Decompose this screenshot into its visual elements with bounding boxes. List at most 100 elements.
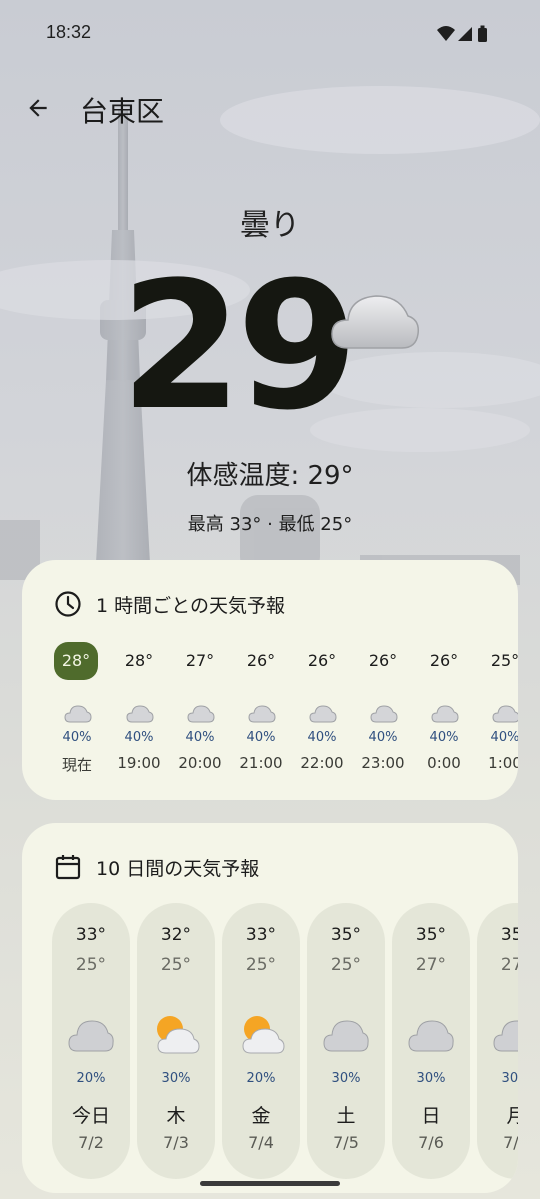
daily-item[interactable]: 35° 27° 30% 月 7/7 xyxy=(477,903,518,1179)
status-icons xyxy=(437,25,487,42)
hourly-time: 現在 xyxy=(61,756,92,774)
location-title: 台東区 xyxy=(80,95,165,128)
daily-high: 35° xyxy=(500,925,518,945)
daily-high: 35° xyxy=(330,925,362,945)
daily-precip: 20% xyxy=(246,1071,276,1086)
hourly-item: 25° 40% 1:00 xyxy=(480,648,518,778)
status-time: 18:32 xyxy=(46,22,92,42)
daily-low: 25° xyxy=(245,955,277,975)
calendar-icon xyxy=(55,855,81,880)
hourly-item: 26° 40% 21:00 xyxy=(236,648,286,778)
back-button[interactable] xyxy=(20,90,56,126)
cloud-icon xyxy=(68,1020,114,1052)
daily-precip: 30% xyxy=(161,1071,191,1086)
daily-item[interactable]: 33° 25° 20% 金 7/4 xyxy=(222,903,300,1179)
clock-icon xyxy=(55,591,81,617)
hourly-precip: 40% xyxy=(490,730,518,745)
hourly-time: 21:00 xyxy=(239,754,283,772)
cloud-icon xyxy=(64,705,92,723)
daily-day: 今日 xyxy=(71,1105,110,1127)
hourly-time: 22:00 xyxy=(300,754,344,772)
daily-item[interactable]: 33° 25° 20% 今日 7/2 xyxy=(52,903,130,1179)
daily-low: 27° xyxy=(500,955,518,975)
hourly-temp: 26° xyxy=(368,651,398,670)
daily-date: 7/6 xyxy=(418,1133,444,1152)
daily-high: 32° xyxy=(160,925,192,945)
daily-low: 25° xyxy=(160,955,192,975)
daily-date: 7/4 xyxy=(248,1133,274,1152)
hourly-list[interactable]: 28° 40% 現在 28° 40% 19:00 27° 40% 20:00 2… xyxy=(52,642,518,778)
hourly-temp: 26° xyxy=(246,651,276,670)
daily-precip: 30% xyxy=(416,1071,446,1086)
hourly-temp: 28° xyxy=(124,651,154,670)
cloud-icon xyxy=(323,1020,369,1052)
hourly-item: 26° 40% 23:00 xyxy=(358,648,408,778)
cloud-icon xyxy=(431,705,459,723)
hourly-forecast-card[interactable]: 1 時間ごとの天気予報 28° 40% 現在 28° 40% 19:00 27°… xyxy=(22,560,518,800)
hourly-item: 28° 40% 現在 xyxy=(52,642,102,778)
hourly-temp: 26° xyxy=(307,651,337,670)
daily-item[interactable]: 35° 27° 30% 日 7/6 xyxy=(392,903,470,1179)
current-temperature-block: 29 xyxy=(0,244,540,449)
hourly-precip: 40% xyxy=(307,730,337,745)
hourly-item: 27° 40% 20:00 xyxy=(175,648,225,778)
daily-high: 33° xyxy=(245,925,277,945)
hourly-time: 1:00 xyxy=(488,754,518,772)
daily-high: 33° xyxy=(75,925,107,945)
daily-forecast-card[interactable]: 10 日間の天気予報 33° 25° 20% 今日 7/2 32° 25° 30… xyxy=(22,823,518,1193)
top-app-bar: 台東区 xyxy=(0,80,540,140)
daily-low: 27° xyxy=(415,955,447,975)
hourly-precip: 40% xyxy=(246,730,276,745)
cloud-icon xyxy=(492,705,518,723)
daily-item[interactable]: 32° 25° 30% 木 7/3 xyxy=(137,903,215,1179)
cloud-icon xyxy=(331,295,420,349)
daily-low: 25° xyxy=(330,955,362,975)
hourly-time: 20:00 xyxy=(178,754,222,772)
cloud-icon xyxy=(126,705,154,723)
hourly-time: 0:00 xyxy=(427,754,461,772)
daily-header: 10 日間の天気予報 xyxy=(54,853,259,881)
hourly-item: 28° 40% 19:00 xyxy=(114,648,164,778)
sun-behind-cloud-icon xyxy=(242,1016,285,1054)
hourly-temp-now: 28° xyxy=(54,642,98,680)
daily-item[interactable]: 35° 25° 30% 土 7/5 xyxy=(307,903,385,1179)
daily-precip: 20% xyxy=(76,1071,106,1086)
hourly-item: 26° 40% 22:00 xyxy=(297,648,347,778)
daily-date: 7/5 xyxy=(333,1133,359,1152)
hourly-temp: 27° xyxy=(185,651,215,670)
hourly-precip: 40% xyxy=(124,730,154,745)
daily-date: 7/3 xyxy=(163,1133,189,1152)
high-low-temperature: 最高 33° · 最低 25° xyxy=(187,514,353,535)
cloud-icon xyxy=(493,1020,518,1052)
daily-date: 7/7 xyxy=(503,1133,518,1152)
hourly-temp: 25° xyxy=(490,651,518,670)
daily-list[interactable]: 33° 25° 20% 今日 7/2 32° 25° 30% 木 7/3 33°… xyxy=(52,903,518,1183)
daily-day: 月 xyxy=(506,1105,518,1127)
hourly-precip: 40% xyxy=(62,730,92,745)
signal-icon xyxy=(458,27,472,41)
daily-precip: 30% xyxy=(331,1071,361,1086)
feels-like: 体感温度: 29° xyxy=(186,461,354,491)
daily-date: 7/2 xyxy=(78,1133,104,1152)
cloud-icon xyxy=(309,705,337,723)
current-condition: 曇り xyxy=(240,208,300,243)
daily-day: 金 xyxy=(251,1105,271,1127)
hourly-precip: 40% xyxy=(368,730,398,745)
hourly-precip: 40% xyxy=(185,730,215,745)
hourly-time: 19:00 xyxy=(117,754,161,772)
daily-day: 日 xyxy=(421,1105,441,1127)
cloud-icon xyxy=(408,1020,454,1052)
hourly-time: 23:00 xyxy=(361,754,405,772)
wifi-icon xyxy=(437,26,455,41)
hourly-header: 1 時間ごとの天気予報 xyxy=(54,590,285,618)
daily-high: 35° xyxy=(415,925,447,945)
cloud-icon xyxy=(370,705,398,723)
home-indicator[interactable] xyxy=(200,1181,340,1186)
battery-icon xyxy=(478,25,487,42)
daily-day: 土 xyxy=(336,1105,356,1127)
hourly-item: 26° 40% 0:00 xyxy=(419,648,469,778)
daily-precip: 30% xyxy=(501,1071,518,1086)
daily-title: 10 日間の天気予報 xyxy=(96,857,260,880)
back-arrow-icon xyxy=(29,99,47,117)
hourly-temp: 26° xyxy=(429,651,459,670)
